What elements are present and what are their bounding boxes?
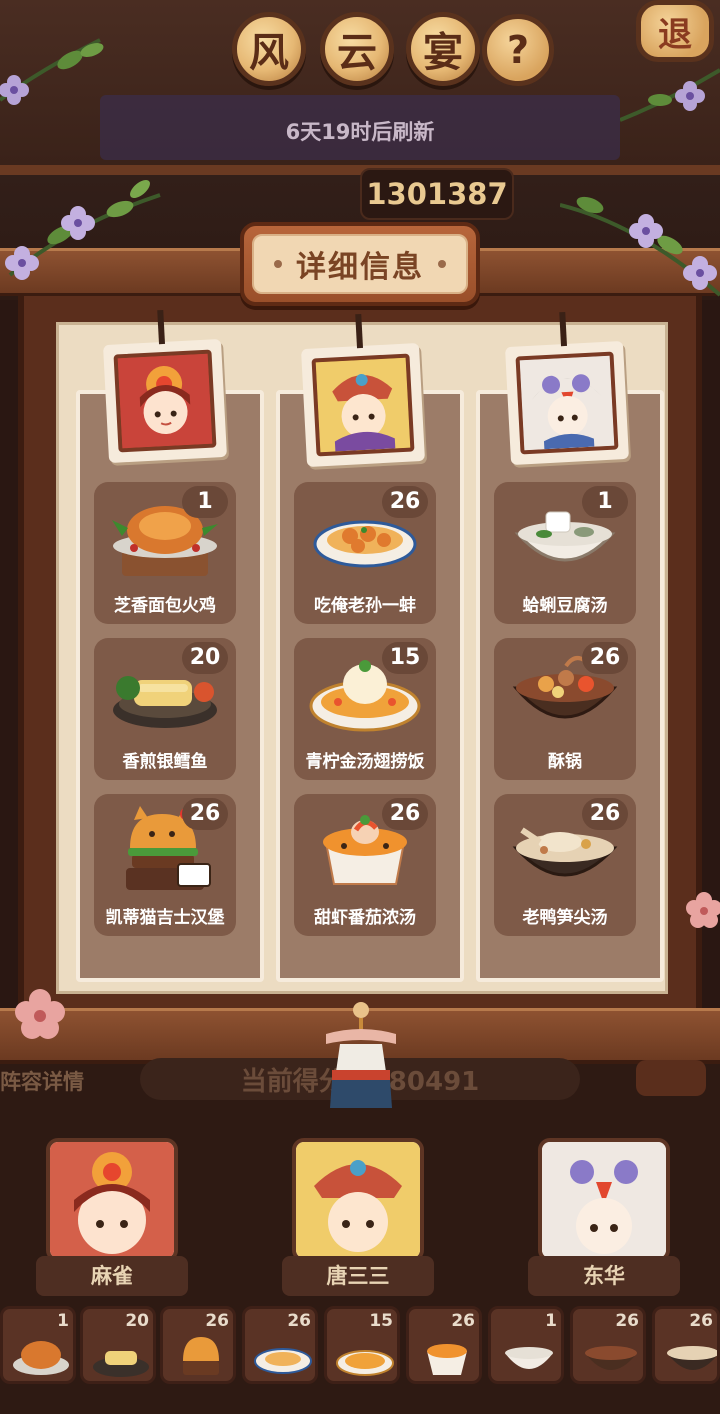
strip-dish[interactable]: 26 [570,1306,646,1384]
chef-portrait-3[interactable] [504,311,630,466]
dish-name: 青柠金汤翅捞饭 [305,752,425,772]
strip-count: 1 [545,1311,557,1331]
lineup-chef-name: 唐三三 [282,1256,434,1296]
strip-dish[interactable]: 26 [652,1306,720,1384]
pan-fried-cod-icon [93,1351,149,1377]
cherry-blossom-icon [15,989,65,1039]
dish-card[interactable]: 26 凯蒂猫吉士汉堡 [94,794,236,936]
strip-count: 26 [615,1311,639,1331]
strip-dish[interactable]: 1 [0,1306,76,1384]
dish-name: 香煎银鳕鱼 [122,752,208,772]
golden-soup-rice-icon [336,1350,394,1376]
strip-dish[interactable]: 26 [242,1306,318,1384]
strip-count: 26 [451,1311,475,1331]
title-char-2: 云 [320,12,394,86]
dish-card[interactable]: 20 香煎银鳕鱼 [94,638,236,780]
dish-name: 酥锅 [548,752,582,772]
lineup-chef-name: 麻雀 [36,1256,188,1296]
dish-count-badge: 26 [382,486,428,518]
duck-bamboo-soup-icon [667,1346,717,1370]
cherry-blossom-icon [686,892,720,928]
exit-button[interactable]: 退 [636,0,714,62]
dish-name: 吃俺老孙一蚌 [314,596,416,616]
chef-portrait-1[interactable] [102,309,228,464]
strip-dish[interactable]: 1 [488,1306,564,1384]
dish-card[interactable]: 26 甜虾番茄浓汤 [294,794,436,936]
detail-title: 详细信息 [296,250,424,285]
dish-name: 蛤蜊豆腐汤 [522,596,608,616]
dish-card[interactable]: 26 吃俺老孙一蚌 [294,482,436,624]
dish-card[interactable]: 1 芝香面包火鸡 [94,482,236,624]
score-side-button[interactable] [636,1060,706,1096]
title-char-3: 宴 [406,12,480,86]
shrimp-tomato-soup-icon [427,1344,467,1375]
strip-dish[interactable]: 26 [406,1306,482,1384]
dish-count-badge: 1 [182,486,228,518]
dish-card[interactable]: 15 青柠金汤翅捞饭 [294,638,436,780]
sparrow-chef-icon [50,1142,174,1258]
title-char-1: 风 [232,12,306,86]
dish-card[interactable]: 1 蛤蜊豆腐汤 [494,482,636,624]
dish-name: 老鸭笋尖汤 [522,908,608,928]
strip-dish[interactable]: 15 [324,1306,400,1384]
dish-count-badge: 15 [382,642,428,674]
dish-name: 芝香面包火鸡 [114,596,216,616]
lineup-chef-1[interactable] [46,1138,178,1262]
flower-decoration-icon [560,196,720,297]
dish-name: 甜虾番茄浓汤 [314,908,416,928]
strip-dish[interactable]: 26 [160,1306,236,1384]
refresh-countdown: 6天19时后刷新 [285,120,435,144]
flower-decoration-icon [0,38,104,105]
sparrow-chef-icon [117,353,213,449]
strip-count: 26 [287,1311,311,1331]
top-score: 1301387 [360,168,514,220]
dish-count-badge: 1 [582,486,628,518]
dish-count-badge: 26 [182,798,228,830]
roast-turkey-icon [13,1341,69,1375]
strip-count: 26 [205,1311,229,1331]
chef-portrait-2[interactable] [300,313,426,468]
lineup-chef-2[interactable] [292,1138,424,1262]
dish-card[interactable]: 26 酥锅 [494,638,636,780]
dish-name: 凯蒂猫吉士汉堡 [105,908,225,928]
dish-count-badge: 26 [582,798,628,830]
donghua-chef-icon [519,355,615,451]
strip-count: 15 [369,1311,393,1331]
dish-count-badge: 26 [582,642,628,674]
strip-count: 26 [689,1311,713,1331]
clam-dish-icon [254,1348,312,1374]
plaque-dot-icon [274,260,282,268]
plaque-dot-icon [438,260,446,268]
help-button[interactable]: ? [482,14,554,86]
dish-count-badge: 26 [382,798,428,830]
crispy-pot-icon [585,1346,637,1370]
flower-decoration-icon [5,180,161,280]
clam-tofu-soup-icon [505,1347,553,1369]
hello-kitty-burger-icon [183,1337,219,1375]
tang-chef-icon [315,357,411,453]
lineup-details-label[interactable]: 阵容详情 [0,1066,84,1096]
strip-dish[interactable]: 20 [80,1306,156,1384]
donghua-chef-icon [542,1142,666,1258]
lineup-chef-3[interactable] [538,1138,670,1262]
dish-card[interactable]: 26 老鸭笋尖汤 [494,794,636,936]
detail-header: 详细信息 [240,222,480,306]
dish-count-badge: 20 [182,642,228,674]
tang-chef-icon [296,1142,420,1258]
strip-count: 20 [125,1311,149,1331]
strip-count: 1 [57,1311,69,1331]
lineup-chef-name: 东华 [528,1256,680,1296]
tassel-ornament-icon [326,1002,396,1108]
